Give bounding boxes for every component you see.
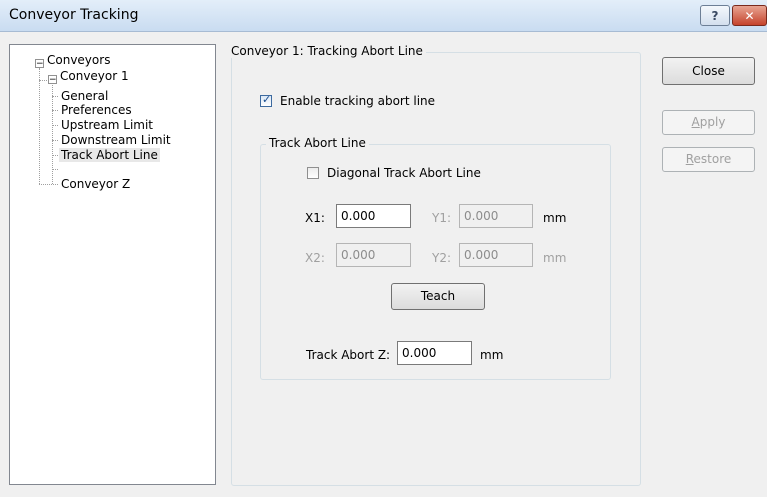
y2-label: Y2: [432,251,452,265]
track-abort-z-input[interactable]: 0.000 [397,341,472,365]
enable-abort-line-label: Enable tracking abort line [280,94,436,108]
x2-label: X2: [305,251,325,265]
tree-line [52,125,58,126]
restore-label-rest: estore [693,152,732,166]
tree-line [52,96,58,97]
tree-item-downstream-limit[interactable]: Downstream Limit [61,133,171,147]
track-abort-z-unit: mm [480,348,504,362]
title-bar: Conveyor Tracking ? ✕ [0,0,767,32]
y1-input[interactable]: 0.000 [459,204,533,228]
unit-mm-row1: mm [543,211,567,225]
tree-line [39,68,40,80]
tree-item-track-abort-line[interactable]: Track Abort Line [59,148,160,162]
x2-input[interactable]: 0.000 [336,243,411,267]
apply-label-rest: pply [699,115,726,129]
help-button[interactable]: ? [700,5,730,26]
y1-label: Y1: [432,211,452,225]
track-abort-z-label: Track Abort Z: [306,348,391,362]
restore-button[interactable]: Restore [662,147,755,172]
x1-input[interactable]: 0.000 [336,204,411,228]
help-icon: ? [711,8,719,23]
x1-label: X1: [305,211,325,225]
tree-line [39,80,47,81]
apply-accel: A [691,115,700,129]
tree-item-conveyors[interactable]: Conveyors [47,53,110,67]
tree-line [52,140,58,141]
y2-input[interactable]: 0.000 [459,243,533,267]
window-close-button[interactable]: ✕ [732,5,767,26]
tree-line [52,155,58,156]
unit-mm-row2: mm [543,251,567,265]
diagonal-abort-line-label: Diagonal Track Abort Line [327,166,481,180]
group-title: Track Abort Line [266,136,369,150]
teach-button[interactable]: Teach [391,283,485,310]
conveyor-tree[interactable]: − Conveyors − Conveyor 1 General Prefere… [9,44,216,485]
window-title: Conveyor Tracking [9,7,139,23]
tree-item-preferences[interactable]: Preferences [61,103,132,117]
enable-abort-line-checkbox[interactable]: ✓ [260,93,272,107]
checkmark-icon: ✓ [262,93,272,106]
panel-title: Conveyor 1: Tracking Abort Line [231,44,426,58]
tree-item-general[interactable]: General [61,89,108,103]
tree-line [39,80,40,184]
close-button[interactable]: Close [662,57,755,85]
tree-line [52,169,58,170]
tree-item-conveyor-1[interactable]: Conveyor 1 [60,69,129,83]
tree-line [39,184,58,185]
tree-line [52,110,58,111]
diagonal-abort-line-checkbox[interactable] [307,167,319,179]
collapse-icon[interactable]: − [35,59,44,69]
collapse-icon[interactable]: − [48,75,57,85]
tree-item-upstream-limit[interactable]: Upstream Limit [61,118,153,132]
tree-item-conveyor-z[interactable]: Conveyor Z [61,177,130,191]
close-icon: ✕ [744,8,755,23]
apply-button[interactable]: Apply [662,110,755,135]
restore-accel: R [685,152,694,166]
